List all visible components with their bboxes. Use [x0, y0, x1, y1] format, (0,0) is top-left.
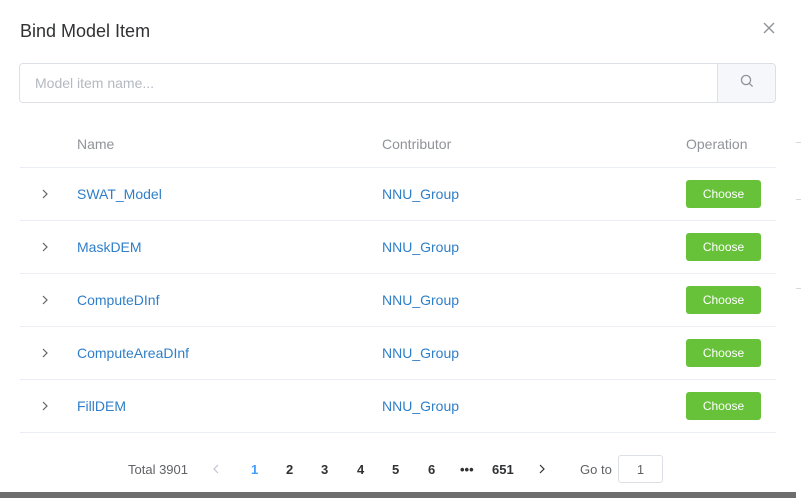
column-header-operation: Operation	[686, 136, 748, 152]
table-row: MaskDEM NNU_Group Choose	[20, 221, 776, 274]
table-row: FillDEM NNU_Group Choose	[20, 380, 776, 433]
contributor-link[interactable]: NNU_Group	[382, 186, 459, 202]
search-input[interactable]	[20, 64, 717, 102]
bind-model-dialog: Bind Model Item Name Contributor Operati…	[0, 0, 796, 492]
search-button[interactable]	[717, 64, 775, 102]
goto-label: Go to	[580, 462, 612, 477]
contributor-link[interactable]: NNU_Group	[382, 292, 459, 308]
background-divider	[796, 199, 801, 200]
next-page-icon[interactable]	[535, 461, 549, 477]
model-item-name[interactable]: FillDEM	[77, 398, 126, 414]
page-number[interactable]: 4	[357, 462, 364, 477]
table-row: SWAT_Model NNU_Group Choose	[20, 168, 776, 221]
dialog-title: Bind Model Item	[20, 21, 151, 41]
background-divider	[796, 142, 801, 143]
choose-button[interactable]: Choose	[686, 180, 761, 208]
choose-button[interactable]: Choose	[686, 339, 761, 367]
table-row: ComputeDInf NNU_Group Choose	[20, 274, 776, 327]
page-number[interactable]: 2	[286, 462, 293, 477]
expand-chevron-icon[interactable]	[38, 187, 52, 201]
contributor-link[interactable]: NNU_Group	[382, 345, 459, 361]
table-row: ComputeAreaDInf NNU_Group Choose	[20, 327, 776, 380]
prev-page-icon[interactable]	[209, 461, 223, 477]
model-item-name[interactable]: ComputeAreaDInf	[77, 345, 189, 361]
model-item-name[interactable]: MaskDEM	[77, 239, 142, 255]
choose-button[interactable]: Choose	[686, 286, 761, 314]
background-page	[796, 0, 801, 498]
expand-chevron-icon[interactable]	[38, 346, 52, 360]
background-divider	[796, 288, 801, 289]
page-number[interactable]: 3	[321, 462, 328, 477]
model-items-table: Name Contributor Operation SWAT_Model NN…	[20, 120, 776, 433]
table-header: Name Contributor Operation	[20, 120, 776, 168]
column-header-name: Name	[77, 136, 115, 152]
model-item-name[interactable]: SWAT_Model	[77, 186, 162, 202]
more-pages-icon[interactable]: •••	[460, 462, 474, 477]
pagination: Total 3901 1 2 3 4 5 6 ••• 651 Go to	[0, 455, 796, 485]
contributor-link[interactable]: NNU_Group	[382, 398, 459, 414]
choose-button[interactable]: Choose	[686, 392, 761, 420]
expand-chevron-icon[interactable]	[38, 240, 52, 254]
search-box	[19, 63, 776, 103]
total-count: Total 3901	[128, 462, 188, 477]
page-number[interactable]: 651	[492, 462, 514, 477]
contributor-link[interactable]: NNU_Group	[382, 239, 459, 255]
close-icon[interactable]	[760, 20, 778, 38]
expand-chevron-icon[interactable]	[38, 293, 52, 307]
choose-button[interactable]: Choose	[686, 233, 761, 261]
expand-chevron-icon[interactable]	[38, 399, 52, 413]
page-number[interactable]: 5	[392, 462, 399, 477]
model-item-name[interactable]: ComputeDInf	[77, 292, 159, 308]
goto-page-input[interactable]	[618, 455, 663, 483]
column-header-contributor: Contributor	[382, 136, 452, 152]
page-number[interactable]: 6	[428, 462, 435, 477]
page-number[interactable]: 1	[251, 462, 258, 477]
search-icon	[740, 74, 754, 93]
